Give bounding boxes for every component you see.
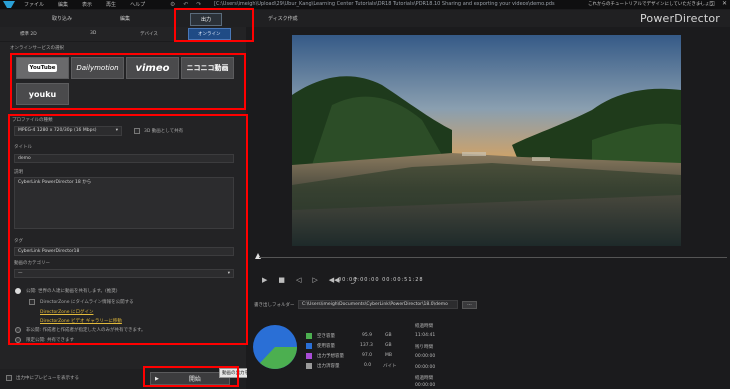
window-controls: – □ ✕ (699, 0, 727, 7)
tab-disc-creation[interactable]: ディスク作成 (268, 15, 298, 22)
annotation-start (143, 366, 239, 387)
time-label-2: 残り時間 (415, 345, 433, 350)
used-space-unit: GB (385, 343, 392, 348)
tab-device[interactable]: デバイス (140, 31, 158, 37)
tab-3d[interactable]: 3D (90, 31, 96, 36)
tab-standard-2d[interactable]: 標準 2D (20, 31, 37, 37)
produced-size-label: 出力済容量 (317, 364, 340, 369)
project-path: [C:\Users\imeigh\Upload\29\Ubur_Kang\Lea… (214, 1, 555, 7)
output-folder-field[interactable]: C:\Users\imeigh\Documents\CyberLink\Powe… (298, 300, 458, 309)
menu-item-play[interactable]: 再生 (106, 1, 116, 8)
menu-item-edit[interactable]: 編集 (58, 1, 68, 8)
maximize-icon[interactable]: □ (709, 0, 715, 7)
minimize-icon[interactable]: – (699, 0, 702, 7)
produced-size-value: 0.0 (364, 363, 372, 368)
preview-during-production-label: 出力中にプレビューを表示する (16, 376, 79, 381)
used-space-swatch (306, 343, 312, 349)
toolbar-icons: ⚙ ↶ ↷ (170, 1, 201, 8)
tutorial-tip[interactable]: これからのチュートリアルでデザインにしていただきましょう (588, 1, 714, 7)
undo-icon[interactable]: ↶ (183, 1, 188, 8)
time-value-2: 00:00:00 (415, 354, 436, 359)
time-label-4: 経過時間 (415, 376, 433, 381)
free-space-label: 空き容量 (317, 334, 335, 339)
timeline-track (259, 257, 727, 258)
menu-bar: ファイル 編集 表示 再生 ヘルプ (24, 1, 145, 8)
estimated-size-swatch (306, 353, 312, 359)
time-value-4: 00:00:00 (415, 383, 436, 388)
next-frame-icon[interactable]: ▷ (312, 276, 317, 286)
video-preview[interactable] (292, 35, 681, 246)
produced-size-unit: バイト (383, 364, 397, 369)
menu-item-help[interactable]: ヘルプ (130, 1, 145, 8)
brand-title: PowerDirector (639, 12, 720, 25)
preview-during-production-checkbox[interactable] (6, 375, 12, 381)
menu-item-view[interactable]: 表示 (82, 1, 92, 8)
used-space-label: 使用容量 (317, 344, 335, 349)
timeline-scrubber[interactable] (247, 252, 730, 266)
estimated-size-value: 97.0 (362, 353, 373, 358)
tab-capture[interactable]: 取り込み (52, 15, 72, 22)
free-space-value: 95.9 (362, 333, 373, 338)
disk-usage-chart (253, 325, 297, 369)
tab-edit[interactable]: 編集 (120, 15, 130, 22)
output-folder-label: 書き出しフォルダー (254, 303, 295, 308)
used-space-value: 137.3 (360, 343, 373, 348)
redo-icon[interactable]: ↷ (196, 1, 201, 8)
stop-icon[interactable]: ■ (278, 276, 285, 286)
time-value-3: 00:00:00 (415, 365, 436, 370)
browse-button[interactable]: ... (462, 301, 477, 309)
menu-item-file[interactable]: ファイル (24, 1, 44, 8)
estimated-size-label: 出力予想容量 (317, 354, 344, 359)
playhead-icon[interactable] (255, 253, 261, 259)
mode-bar (0, 10, 730, 27)
previous-frame-icon[interactable]: ◁ (296, 276, 301, 286)
free-space-swatch (306, 333, 312, 339)
play-icon[interactable]: ▶ (262, 276, 267, 286)
powerdirector-logo-icon (3, 1, 15, 8)
annotation-form (8, 114, 248, 345)
free-space-unit: GB (385, 333, 392, 338)
time-label-1: 経過時間 (415, 324, 433, 329)
time-value-1: 11:04:41 (415, 333, 436, 338)
settings-icon[interactable]: ⚙ (170, 1, 175, 8)
close-icon[interactable]: ✕ (722, 0, 727, 7)
estimated-size-unit: MB (385, 353, 392, 358)
sites-label: オンラインサービスの選択 (10, 46, 64, 51)
annotation-sites (10, 53, 246, 110)
timecode: 00:00:00:00 00:00:51:28 (338, 277, 424, 283)
annotation-produce-online (174, 8, 254, 42)
title-bar: ファイル 編集 表示 再生 ヘルプ ⚙ ↶ ↷ [C:\Users\imeigh… (0, 0, 730, 9)
produced-size-swatch (306, 363, 312, 369)
